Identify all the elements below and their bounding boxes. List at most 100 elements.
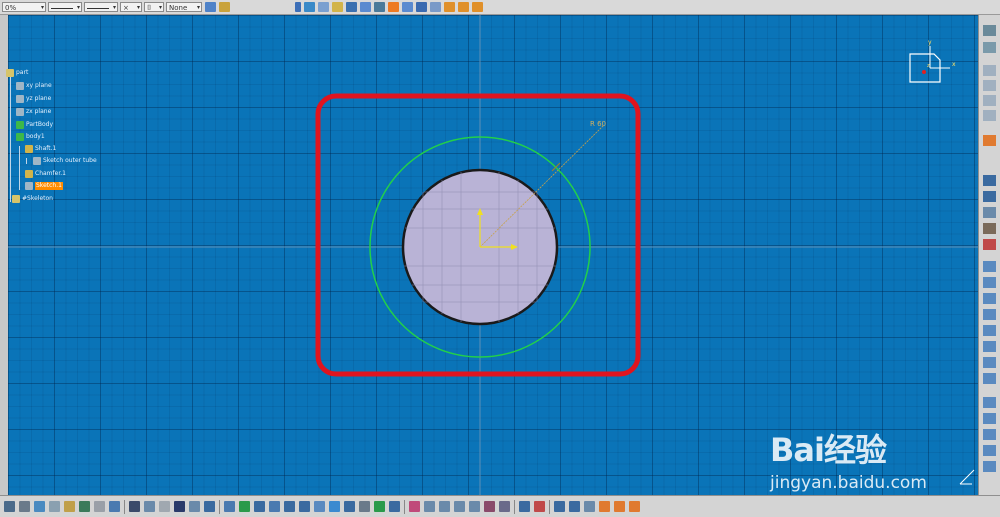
circle-icon[interactable]	[983, 293, 996, 304]
mirror-icon[interactable]	[983, 445, 996, 456]
constraint-icon[interactable]	[983, 110, 996, 121]
tree-item-partbody[interactable]: PartBody	[16, 120, 53, 130]
analysis-icon[interactable]	[430, 2, 441, 12]
sketch-analysis-icon[interactable]	[424, 501, 435, 512]
render-mode-icon[interactable]	[554, 501, 565, 512]
square-icon[interactable]	[983, 277, 996, 288]
table-icon[interactable]	[159, 501, 170, 512]
visualization-icon[interactable]	[569, 501, 580, 512]
symbol-select[interactable]: ⌷ ▾	[144, 2, 164, 12]
tree-item-sketch1[interactable]: Sketch.1	[25, 181, 63, 191]
material-icon[interactable]	[584, 501, 595, 512]
spline-icon[interactable]	[983, 309, 996, 320]
polyline-icon[interactable]	[983, 261, 996, 272]
iso-view-icon[interactable]	[329, 501, 340, 512]
tree-item-part[interactable]: part	[6, 68, 28, 78]
point-icon[interactable]	[983, 373, 996, 384]
cut-plane-icon[interactable]	[389, 501, 400, 512]
grid-view-icon[interactable]	[519, 501, 530, 512]
tree-item-sketch-outer-tube[interactable]: Sketch outer tube	[33, 156, 97, 166]
chamfer-icon[interactable]	[983, 413, 996, 424]
view-icon[interactable]	[346, 2, 357, 12]
settings-icon[interactable]	[374, 2, 385, 12]
normal-view-icon[interactable]	[314, 501, 325, 512]
scene-icon[interactable]	[614, 501, 625, 512]
trim-icon[interactable]	[983, 429, 996, 440]
fly-icon[interactable]	[224, 501, 235, 512]
formula-icon[interactable]	[129, 501, 140, 512]
dimension-view-icon[interactable]	[454, 501, 465, 512]
rectangle-icon[interactable]	[983, 191, 996, 202]
cut-icon[interactable]	[34, 501, 45, 512]
constraint-tool-icon[interactable]	[983, 223, 996, 234]
zoom-out-icon[interactable]	[299, 501, 310, 512]
operation-icon[interactable]	[444, 2, 455, 12]
redo-icon[interactable]	[94, 501, 105, 512]
tree-item-zx-plane[interactable]: zx plane	[16, 107, 51, 117]
tree-item-yz-plane[interactable]: yz plane	[16, 94, 51, 104]
comment-icon[interactable]	[144, 501, 155, 512]
snap-icon[interactable]	[983, 80, 996, 91]
compass-widget[interactable]: y x z	[900, 40, 960, 90]
construction-icon[interactable]	[983, 95, 996, 106]
pan-icon[interactable]	[254, 501, 265, 512]
point-type-select[interactable]: × ▾	[120, 2, 142, 12]
help-icon[interactable]	[109, 501, 120, 512]
apply-material-icon[interactable]	[599, 501, 610, 512]
constraint-icon[interactable]	[388, 2, 399, 12]
spline-icon[interactable]	[304, 2, 315, 12]
fit-all-icon[interactable]	[239, 501, 250, 512]
paste-icon[interactable]	[64, 501, 75, 512]
catalog-icon[interactable]	[174, 501, 185, 512]
tree-item-xy-plane[interactable]: xy plane	[16, 81, 52, 91]
point-icon[interactable]	[295, 2, 301, 12]
tree-item-shaft[interactable]: Shaft.1	[25, 144, 56, 154]
tools-icon[interactable]	[409, 501, 420, 512]
pencil-icon[interactable]	[983, 207, 996, 218]
zoom-in-icon[interactable]	[284, 501, 295, 512]
geometry-icon[interactable]	[402, 2, 413, 12]
select-icon[interactable]	[983, 135, 996, 146]
save-icon[interactable]	[4, 501, 15, 512]
fix-icon[interactable]	[983, 239, 996, 250]
profile-icon[interactable]	[983, 175, 996, 186]
corner-icon[interactable]	[983, 397, 996, 408]
tree-item-chamfer[interactable]: Chamfer.1	[25, 169, 66, 179]
brush-icon[interactable]	[219, 2, 230, 12]
tree-item-body1[interactable]: body1	[16, 132, 45, 142]
render-icon[interactable]	[360, 2, 371, 12]
analysis-icon[interactable]	[204, 501, 215, 512]
geometry-view-icon[interactable]	[469, 501, 480, 512]
transparency-field[interactable]: 0% ▾	[2, 2, 46, 12]
ellipse-icon[interactable]	[983, 325, 996, 336]
project-icon[interactable]	[983, 461, 996, 472]
cut-part-icon[interactable]	[332, 2, 343, 12]
axis-icon[interactable]	[983, 357, 996, 368]
constraint-view-icon[interactable]	[439, 501, 450, 512]
print-icon[interactable]	[19, 501, 30, 512]
output-icon[interactable]	[499, 501, 510, 512]
undo-icon[interactable]	[79, 501, 90, 512]
copy-icon[interactable]	[49, 501, 60, 512]
paint-icon[interactable]	[205, 2, 216, 12]
snap-view-icon[interactable]	[534, 501, 545, 512]
sketch-icon[interactable]	[983, 42, 996, 53]
measure-icon[interactable]	[189, 501, 200, 512]
shading-icon[interactable]	[344, 501, 355, 512]
line-icon[interactable]	[983, 341, 996, 352]
line-type-select[interactable]: ▾	[84, 2, 118, 12]
rotate-icon[interactable]	[269, 501, 280, 512]
transform-icon[interactable]	[458, 2, 469, 12]
grid-icon[interactable]	[983, 65, 996, 76]
exit-workbench-icon[interactable]	[983, 25, 996, 36]
line-thickness-select[interactable]: ▾	[48, 2, 82, 12]
relimit-icon[interactable]	[472, 2, 483, 12]
grid-icon[interactable]	[416, 2, 427, 12]
hide-show-icon[interactable]	[359, 501, 370, 512]
light-icon[interactable]	[629, 501, 640, 512]
curve-icon[interactable]	[318, 2, 329, 12]
layer-select[interactable]: None ▾	[166, 2, 202, 12]
swap-space-icon[interactable]	[374, 501, 385, 512]
diagnosis-icon[interactable]	[484, 501, 495, 512]
tree-item-skeleton[interactable]: #Skeleton	[12, 194, 53, 204]
